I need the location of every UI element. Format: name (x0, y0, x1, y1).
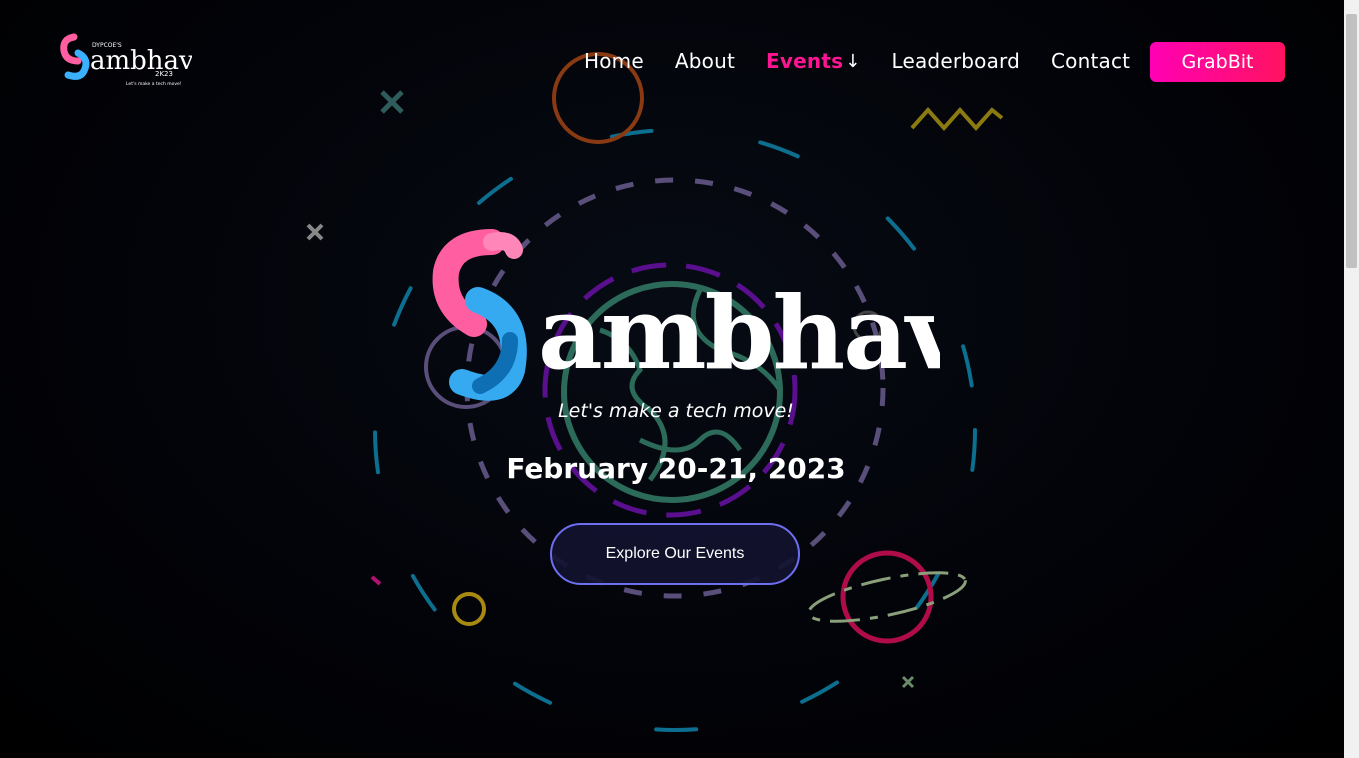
cross-icon (306, 223, 324, 241)
site-logo[interactable]: DYPCOE'S ambhav 2K23 Let's make a tech m… (52, 31, 192, 89)
nav-home[interactable]: Home (584, 49, 644, 73)
nav-contact[interactable]: Contact (1051, 49, 1130, 73)
scrollbar[interactable] (1344, 0, 1359, 758)
scrollbar-thumb[interactable] (1346, 14, 1357, 268)
red-planet-icon (840, 550, 934, 644)
cross-icon (901, 675, 915, 689)
svg-text:Let's make a tech move!: Let's make a tech move! (126, 81, 182, 87)
landing-page: DYPCOE'S ambhav 2K23 Let's make a tech m… (0, 0, 1344, 758)
nav-about[interactable]: About (675, 49, 735, 73)
zigzag-icon (910, 106, 1004, 132)
main-nav: Home About Events ↓ Leaderboard Contact (584, 46, 1161, 76)
svg-text:ambhav: ambhav (90, 46, 192, 76)
hero-brand-text: ambhav (538, 274, 940, 392)
cross-icon (380, 90, 404, 114)
nav-events-label: Events (766, 49, 844, 73)
planet-ring (807, 571, 967, 623)
grabbit-button[interactable]: GrabBit (1150, 42, 1285, 82)
event-date: February 20-21, 2023 (506, 452, 846, 485)
nav-events[interactable]: Events ↓ (766, 49, 860, 73)
arrow-down-icon: ↓ (845, 50, 861, 72)
pink-dash (370, 575, 382, 586)
nav-leaderboard[interactable]: Leaderboard (891, 49, 1020, 73)
svg-text:2K23: 2K23 (155, 70, 173, 78)
yellow-ring (452, 592, 486, 626)
explore-events-button[interactable]: Explore Our Events (550, 523, 800, 585)
hero-tagline: Let's make a tech move! (558, 400, 794, 422)
hero-logo: ambhav (432, 229, 940, 401)
